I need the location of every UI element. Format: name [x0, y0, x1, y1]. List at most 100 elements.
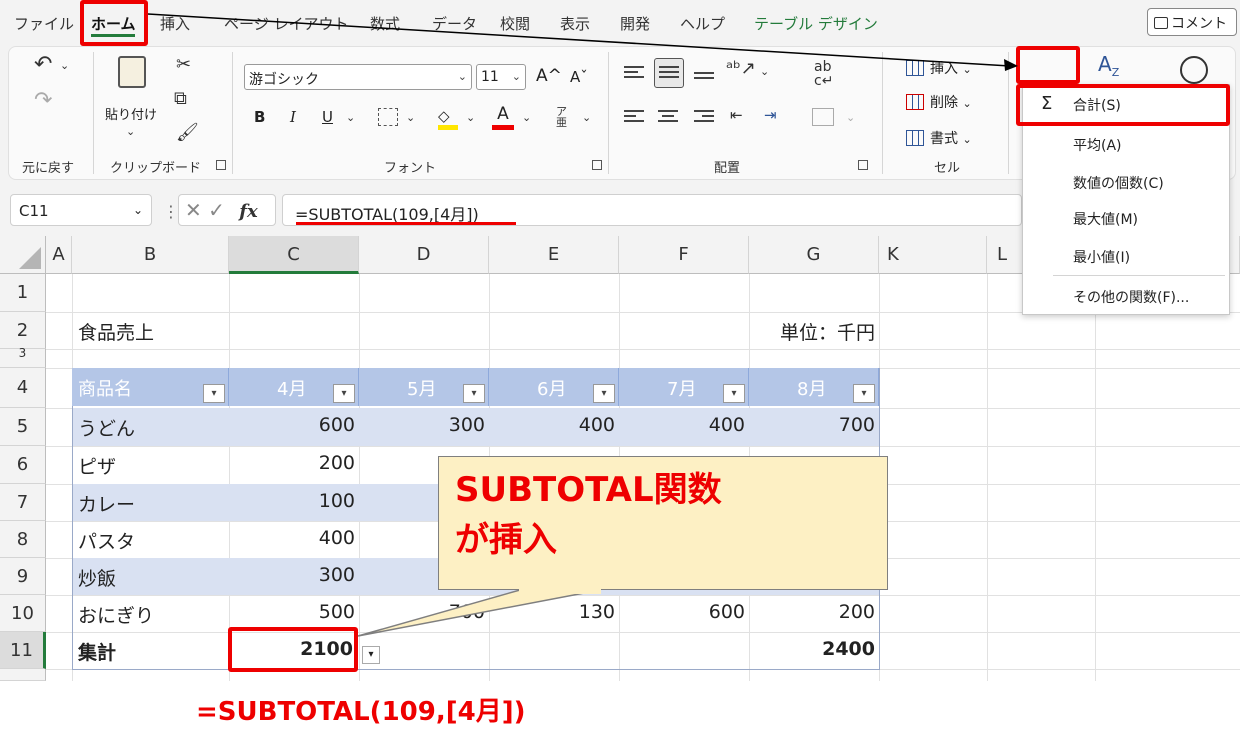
table-cell[interactable]: 炒飯: [72, 558, 229, 595]
paste-chevron-icon[interactable]: ⌄: [126, 126, 135, 137]
grow-font-button[interactable]: A^: [536, 66, 562, 86]
table-cell[interactable]: 200: [229, 446, 359, 484]
row-header-9[interactable]: 9: [0, 558, 46, 595]
cut-icon[interactable]: ✂: [176, 56, 191, 74]
tab-file[interactable]: ファイル: [14, 13, 74, 34]
table-cell[interactable]: 100: [229, 484, 359, 521]
align-bottom-icon[interactable]: [694, 72, 714, 88]
column-header-a[interactable]: A: [46, 236, 72, 274]
table-cell[interactable]: 600: [619, 595, 749, 632]
tab-formulas[interactable]: 数式: [370, 13, 400, 34]
paste-icon[interactable]: [118, 56, 146, 88]
tab-table-design[interactable]: テーブル デザイン: [754, 13, 878, 34]
decrease-indent-icon[interactable]: ⇤: [730, 108, 743, 123]
border-icon[interactable]: [378, 108, 398, 126]
border-chevron-icon[interactable]: ⌄: [406, 112, 415, 123]
row-header-7[interactable]: 7: [0, 484, 46, 521]
column-header-f[interactable]: F: [619, 236, 749, 274]
table-cell[interactable]: 700: [359, 595, 489, 632]
fill-color-icon[interactable]: ◇: [438, 106, 458, 130]
filter-dropdown-icon[interactable]: ▾: [463, 384, 485, 403]
total-label[interactable]: 集計: [72, 632, 229, 669]
undo-chevron-icon[interactable]: ⌄: [60, 60, 69, 71]
table-cell[interactable]: パスタ: [72, 521, 229, 558]
table-header-jun[interactable]: 6月 ▾: [489, 368, 619, 406]
total-aug-cell[interactable]: 2400: [749, 632, 879, 669]
font-launcher-icon[interactable]: [592, 160, 602, 170]
row-header-12[interactable]: [0, 669, 46, 681]
column-header-k[interactable]: K: [879, 236, 987, 274]
menu-item-more-functions[interactable]: その他の関数(F)...: [1073, 287, 1189, 307]
row-header-1[interactable]: 1: [0, 274, 46, 312]
row-header-6[interactable]: 6: [0, 446, 46, 484]
fill-chevron-icon[interactable]: ⌄: [466, 112, 475, 123]
find-select-icon[interactable]: [1180, 56, 1208, 84]
table-header-aug[interactable]: 8月 ▾: [749, 368, 879, 406]
menu-item-max[interactable]: 最大値(M): [1073, 209, 1138, 229]
filter-dropdown-icon[interactable]: ▾: [593, 384, 615, 403]
row-header-5[interactable]: 5: [0, 408, 46, 446]
bold-button[interactable]: B: [254, 108, 265, 126]
table-cell[interactable]: 400: [229, 521, 359, 558]
unit-label[interactable]: 単位：千円: [749, 312, 879, 349]
tab-help[interactable]: ヘルプ: [680, 13, 725, 34]
table-cell[interactable]: うどん: [72, 408, 229, 446]
orientation-chevron-icon[interactable]: ⌄: [760, 66, 769, 77]
table-cell[interactable]: 700: [749, 408, 879, 446]
format-cells-button[interactable]: 書式 ⌄: [906, 128, 972, 148]
underline-button[interactable]: U: [322, 108, 333, 126]
format-painter-icon[interactable]: 🖌: [176, 124, 199, 142]
italic-button[interactable]: I: [290, 108, 296, 126]
font-name-select[interactable]: 游ゴシック ⌄: [244, 64, 472, 90]
clipboard-launcher-icon[interactable]: [216, 160, 226, 170]
menu-item-count[interactable]: 数値の個数(C): [1073, 173, 1164, 193]
row-header-10[interactable]: 10: [0, 595, 46, 632]
tab-page-layout[interactable]: ページ レイアウト: [224, 13, 348, 34]
table-header-jul[interactable]: 7月 ▾: [619, 368, 749, 406]
comment-button[interactable]: コメント: [1147, 8, 1237, 36]
paste-button[interactable]: 貼り付け: [105, 104, 157, 123]
row-header-8[interactable]: 8: [0, 521, 46, 558]
phonetic-chevron-icon[interactable]: ⌄: [582, 112, 591, 123]
align-left-icon[interactable]: [624, 110, 644, 126]
align-center-icon[interactable]: [658, 110, 678, 126]
enter-icon[interactable]: ✓: [208, 198, 225, 222]
row-header-3[interactable]: 3: [0, 347, 46, 368]
filter-dropdown-icon[interactable]: ▾: [853, 384, 875, 403]
column-header-e[interactable]: E: [489, 236, 619, 274]
font-size-select[interactable]: 11 ⌄: [476, 64, 526, 90]
column-header-c[interactable]: C: [229, 236, 359, 274]
orientation-icon[interactable]: ᵃᵇ↗: [726, 60, 756, 78]
tab-developer[interactable]: 開発: [620, 13, 650, 34]
select-all-button[interactable]: [0, 236, 46, 274]
filter-dropdown-icon[interactable]: ▾: [333, 384, 355, 403]
merge-center-icon[interactable]: [812, 108, 834, 126]
wrap-text-icon[interactable]: ab c↵: [814, 60, 833, 88]
increase-indent-icon[interactable]: ⇥: [764, 108, 777, 123]
align-middle-button[interactable]: [654, 58, 684, 88]
table-cell[interactable]: 130: [489, 595, 619, 632]
font-color-icon[interactable]: A: [492, 104, 514, 130]
shrink-font-button[interactable]: Aˇ: [570, 68, 588, 86]
menu-item-average[interactable]: 平均(A): [1073, 135, 1122, 155]
delete-cells-button[interactable]: 削除 ⌄: [906, 92, 972, 112]
redo-icon[interactable]: ↷: [34, 90, 52, 112]
table-cell[interactable]: ピザ: [72, 446, 229, 484]
table-cell[interactable]: カレー: [72, 484, 229, 521]
sort-filter-icon[interactable]: AZ: [1098, 54, 1119, 78]
row-header-11[interactable]: 11: [0, 632, 46, 669]
table-cell[interactable]: 400: [489, 408, 619, 446]
align-right-icon[interactable]: [694, 110, 714, 126]
table-cell[interactable]: 600: [229, 408, 359, 446]
undo-icon[interactable]: ↶: [34, 54, 52, 76]
table-cell[interactable]: 200: [749, 595, 879, 632]
name-box[interactable]: C11 ⌄: [10, 194, 152, 226]
column-header-d[interactable]: D: [359, 236, 489, 274]
row-header-2[interactable]: 2: [0, 312, 46, 349]
align-top-icon[interactable]: [624, 66, 644, 82]
filter-dropdown-icon[interactable]: ▾: [203, 384, 225, 403]
table-cell[interactable]: おにぎり: [72, 595, 229, 632]
insert-function-icon[interactable]: fx: [239, 201, 257, 222]
tab-insert[interactable]: 挿入: [160, 13, 190, 34]
table-cell[interactable]: 300: [359, 408, 489, 446]
